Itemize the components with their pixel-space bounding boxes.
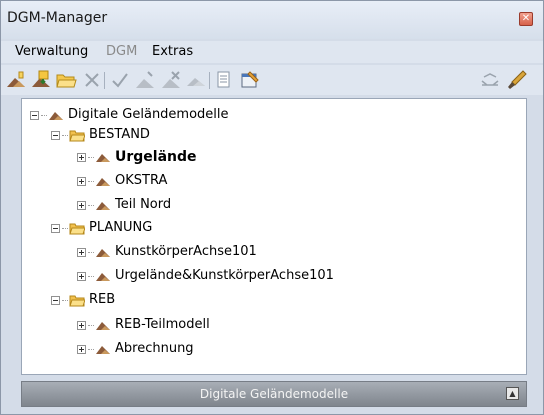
collapse-toggle[interactable] <box>51 131 60 140</box>
document-icon[interactable] <box>213 69 235 91</box>
new-model-icon[interactable] <box>5 69 27 91</box>
tree-connector <box>62 300 68 301</box>
expand-toggle[interactable] <box>77 201 86 210</box>
dgm-manager-window: DGM-Manager ✕ Verwaltung DGM Extras Digi… <box>0 0 544 415</box>
terrain-icon <box>96 322 110 330</box>
tree-connector <box>62 228 68 229</box>
tree-node-root[interactable]: Digitale Geländemodelle <box>30 106 290 126</box>
collapse-toggle[interactable] <box>51 224 60 233</box>
chevron-up-icon[interactable]: ▲ <box>506 387 519 400</box>
model-tree[interactable]: Digitale Geländemodelle BESTAND Urgeländ… <box>21 98 527 375</box>
expand-toggle[interactable] <box>77 321 86 330</box>
terrain-icon <box>96 154 110 162</box>
tree-label: Urgelände&KunstkörperAchse101 <box>115 268 334 283</box>
tree-label: REB-Teilmodell <box>115 317 210 332</box>
tree-node-model[interactable]: Urgelände <box>77 148 277 168</box>
tree-node-model[interactable]: Urgelände&KunstkörperAchse101 <box>77 267 397 287</box>
tree-label: BESTAND <box>89 127 150 142</box>
delete-icon[interactable] <box>81 69 103 91</box>
tree-node-group[interactable]: BESTAND <box>51 126 251 146</box>
tree-connector <box>88 157 94 158</box>
tree-label: Urgelände <box>115 149 197 165</box>
tree-connector <box>88 252 94 253</box>
tree-label: REB <box>89 292 116 307</box>
tree-node-model[interactable]: Teil Nord <box>77 196 277 216</box>
expand-toggle[interactable] <box>77 272 86 281</box>
tree-label: Teil Nord <box>115 197 172 212</box>
window-title: DGM-Manager <box>7 10 108 26</box>
toolbar-separator <box>104 72 105 89</box>
tree-label: Digitale Geländemodelle <box>68 107 229 122</box>
terrain-icon <box>96 249 110 257</box>
terrain-icon <box>96 346 110 354</box>
expand-toggle[interactable] <box>77 345 86 354</box>
toolbar <box>1 65 543 95</box>
tree-connector <box>88 276 94 277</box>
expand-toggle[interactable] <box>77 177 86 186</box>
terrain-delete-icon[interactable] <box>160 69 182 91</box>
open-folder-icon[interactable] <box>55 69 77 91</box>
terrain-icon <box>96 273 110 281</box>
expand-toggle[interactable] <box>77 248 86 257</box>
tree-connector <box>88 205 94 206</box>
tree-connector <box>88 325 94 326</box>
properties-icon[interactable] <box>239 69 261 91</box>
fit-icon[interactable] <box>479 69 501 91</box>
tree-connector <box>88 349 94 350</box>
tree-node-model[interactable]: Abrechnung <box>77 340 297 360</box>
terrain-icon <box>49 112 63 120</box>
tree-node-group[interactable]: REB <box>51 291 251 311</box>
title-bar[interactable]: DGM-Manager ✕ <box>1 1 543 39</box>
check-icon[interactable] <box>109 69 131 91</box>
menu-verwaltung[interactable]: Verwaltung <box>15 44 88 59</box>
folder-icon <box>69 223 85 235</box>
collapse-toggle[interactable] <box>51 296 60 305</box>
tree-connector <box>41 115 47 116</box>
panel-footer[interactable]: Digitale Geländemodelle ▲ <box>21 381 527 407</box>
terrain-icon[interactable] <box>185 69 207 91</box>
collapse-toggle[interactable] <box>30 111 39 120</box>
folder-icon <box>69 130 85 142</box>
menu-bar: Verwaltung DGM Extras <box>1 41 543 63</box>
menu-extras[interactable]: Extras <box>152 44 193 59</box>
tree-connector <box>62 135 68 136</box>
tree-node-model[interactable]: OKSTRA <box>77 172 277 192</box>
menu-dgm[interactable]: DGM <box>106 44 137 59</box>
close-icon[interactable]: ✕ <box>519 12 533 26</box>
terrain-edit-icon[interactable] <box>134 69 156 91</box>
expand-toggle[interactable] <box>77 153 86 162</box>
folder-icon <box>69 295 85 307</box>
tree-label: KunstkörperAchse101 <box>115 244 257 259</box>
tree-node-model[interactable]: REB-Teilmodell <box>77 316 297 336</box>
terrain-icon <box>96 178 110 186</box>
tree-connector <box>88 181 94 182</box>
tree-node-model[interactable]: KunstkörperAchse101 <box>77 243 337 263</box>
import-icon[interactable] <box>30 69 52 91</box>
brush-icon[interactable] <box>506 69 528 91</box>
tree-label: OKSTRA <box>115 173 168 188</box>
tree-label: Abrechnung <box>115 341 194 356</box>
footer-label: Digitale Geländemodelle <box>199 387 349 401</box>
toolbar-separator <box>209 72 210 89</box>
tree-label: PLANUNG <box>89 220 153 235</box>
tree-node-group[interactable]: PLANUNG <box>51 219 251 239</box>
terrain-icon <box>96 202 110 210</box>
